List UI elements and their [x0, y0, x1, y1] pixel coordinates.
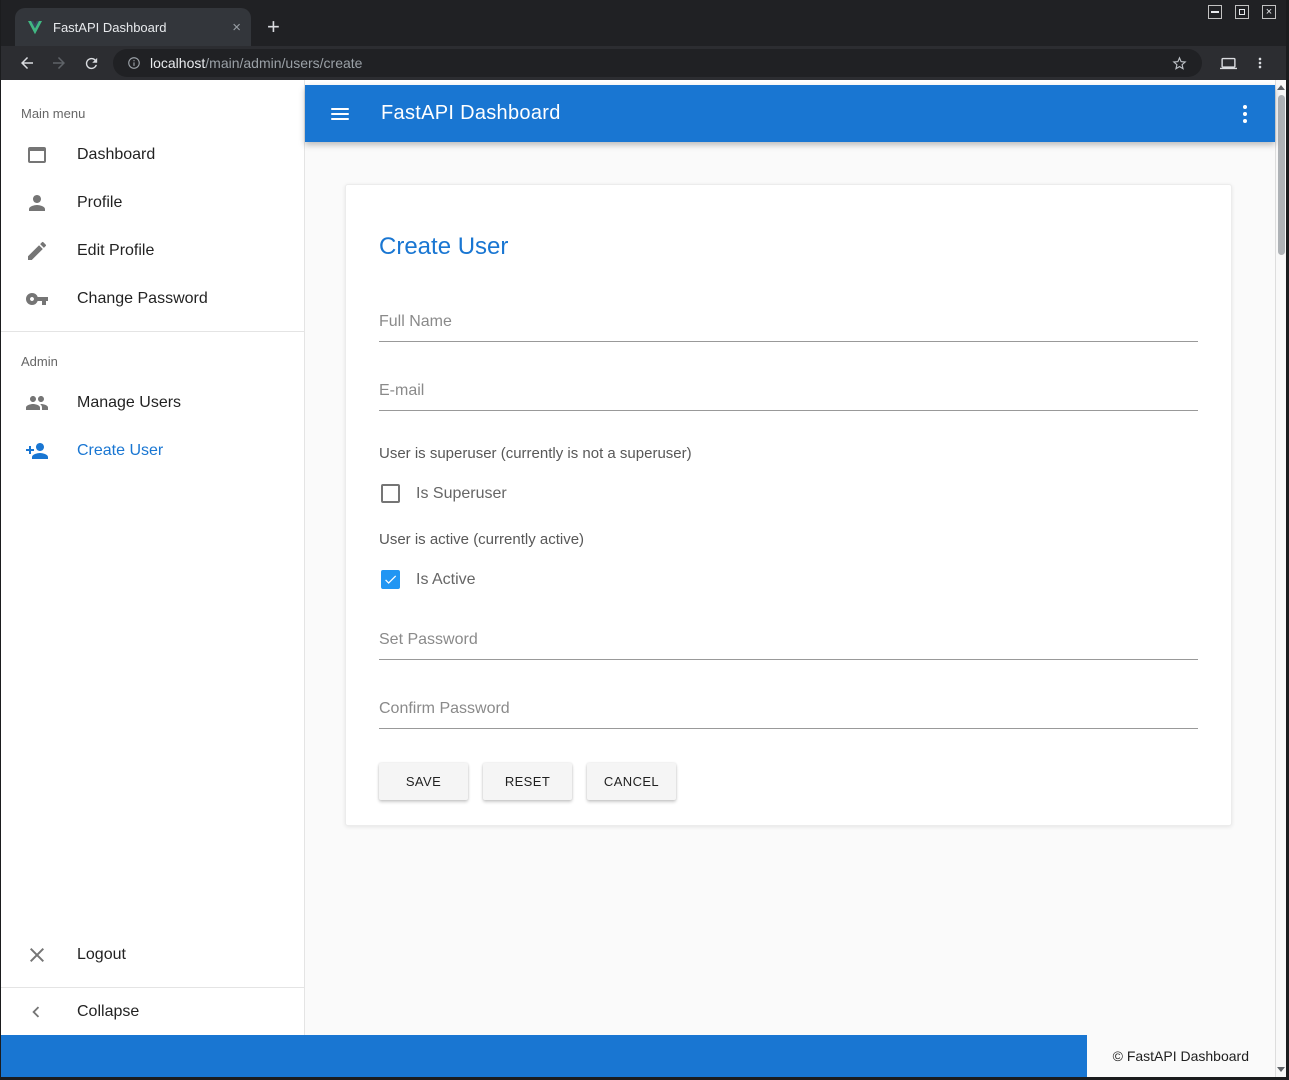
app-title: FastAPI Dashboard — [381, 102, 561, 125]
set-password-input[interactable] — [379, 625, 1198, 660]
sidebar: Main menu Dashboard Profile Edit Profile — [1, 80, 305, 1035]
browser-chrome: FastAPI Dashboard × + × — [1, 0, 1286, 80]
sidebar-item-dashboard[interactable]: Dashboard — [1, 131, 304, 179]
browser-window: FastAPI Dashboard × + × — [0, 0, 1289, 1080]
back-button[interactable] — [11, 54, 43, 72]
site-info-icon[interactable] — [127, 56, 141, 70]
refresh-icon — [83, 55, 100, 72]
close-window-button[interactable]: × — [1262, 5, 1276, 19]
sidebar-item-label: Change Password — [77, 290, 208, 308]
close-x-icon — [25, 943, 49, 967]
active-hint: User is active (currently active) — [379, 531, 1198, 548]
sidebar-item-profile[interactable]: Profile — [1, 179, 304, 227]
sidebar-item-label: Collapse — [77, 1003, 139, 1021]
new-tab-button[interactable]: + — [267, 16, 280, 38]
sidebar-item-logout[interactable]: Logout — [1, 931, 304, 979]
key-icon — [25, 287, 49, 311]
check-icon — [383, 572, 398, 587]
sidebar-spacer — [1, 475, 304, 931]
footer-panel: © FastAPI Dashboard — [1087, 1035, 1275, 1077]
appbar-menu-button[interactable] — [1239, 101, 1251, 127]
page-scroll-area: Create User User is superuser (currently… — [305, 142, 1275, 1035]
person-icon — [25, 191, 49, 215]
hamburger-menu-button[interactable] — [329, 104, 351, 124]
tab-close-button[interactable]: × — [232, 20, 241, 35]
back-arrow-icon — [18, 54, 36, 72]
bookmark-star-icon[interactable] — [1171, 55, 1188, 72]
chevron-left-icon — [25, 1001, 47, 1023]
app-footer: © FastAPI Dashboard — [1, 1035, 1275, 1077]
save-button[interactable]: SAVE — [379, 763, 468, 800]
app-bar: FastAPI Dashboard — [305, 85, 1275, 142]
maximize-button[interactable] — [1235, 5, 1249, 19]
full-name-input[interactable] — [379, 307, 1198, 342]
forward-button[interactable] — [43, 54, 75, 72]
minimize-icon — [1211, 11, 1219, 13]
sidebar-item-change-password[interactable]: Change Password — [1, 275, 304, 323]
sidebar-item-label: Profile — [77, 194, 122, 212]
url-host: localhost — [150, 55, 205, 71]
is-active-label: Is Active — [416, 571, 476, 589]
vue-favicon — [27, 20, 43, 35]
sidebar-item-label: Edit Profile — [77, 242, 154, 260]
people-icon — [25, 391, 49, 415]
maximize-icon — [1239, 9, 1245, 15]
browser-tab[interactable]: FastAPI Dashboard × — [15, 8, 251, 46]
dashboard-icon — [25, 143, 49, 167]
page-scrollbar[interactable] — [1275, 80, 1286, 1077]
window-controls: × — [1208, 5, 1276, 19]
refresh-button[interactable] — [75, 55, 107, 72]
install-app-icon — [1220, 55, 1237, 72]
is-superuser-label: Is Superuser — [416, 485, 507, 503]
email-input[interactable] — [379, 376, 1198, 411]
sidebar-item-label: Create User — [77, 442, 163, 460]
sidebar-divider — [1, 331, 304, 332]
tab-strip: FastAPI Dashboard × + × — [1, 0, 1286, 46]
cancel-button[interactable]: CANCEL — [587, 763, 676, 800]
browser-menu-button[interactable] — [1244, 55, 1276, 71]
sidebar-section-main-menu: Main menu — [1, 92, 304, 131]
main-content-area: FastAPI Dashboard Create User User is su… — [305, 80, 1275, 1035]
is-superuser-checkbox[interactable] — [381, 484, 400, 503]
browser-toolbar: localhost/main/admin/users/create — [1, 46, 1286, 80]
reset-button[interactable]: RESET — [483, 763, 572, 800]
sidebar-item-label: Dashboard — [77, 146, 155, 164]
scroll-down-arrow[interactable] — [1277, 1067, 1285, 1072]
tab-title: FastAPI Dashboard — [53, 20, 232, 35]
sidebar-item-edit-profile[interactable]: Edit Profile — [1, 227, 304, 275]
scroll-up-arrow[interactable] — [1277, 85, 1285, 90]
minimize-button[interactable] — [1208, 5, 1222, 19]
sidebar-item-label: Logout — [77, 946, 126, 964]
sidebar-item-label: Manage Users — [77, 394, 181, 412]
is-superuser-row: Is Superuser — [381, 484, 1196, 503]
superuser-hint: User is superuser (currently is not a su… — [379, 445, 1198, 462]
close-icon: × — [1266, 7, 1272, 18]
create-user-card: Create User User is superuser (currently… — [345, 184, 1232, 826]
sidebar-item-create-user[interactable]: Create User — [1, 427, 304, 475]
sidebar-section-admin: Admin — [1, 340, 304, 379]
sidebar-collapse-button[interactable]: Collapse — [1, 987, 304, 1035]
scrollbar-thumb[interactable] — [1278, 95, 1285, 255]
form-buttons: SAVE RESET CANCEL — [379, 763, 1198, 800]
pencil-icon — [25, 239, 49, 263]
card-title: Create User — [379, 233, 1198, 261]
kebab-menu-icon — [1252, 55, 1268, 71]
install-app-button[interactable] — [1212, 55, 1244, 72]
is-active-row: Is Active — [381, 570, 1196, 589]
url-path: /main/admin/users/create — [205, 55, 362, 71]
address-bar[interactable]: localhost/main/admin/users/create — [113, 49, 1202, 77]
confirm-password-input[interactable] — [379, 694, 1198, 729]
is-active-checkbox[interactable] — [381, 570, 400, 589]
page-body: Main menu Dashboard Profile Edit Profile — [1, 80, 1286, 1077]
forward-arrow-icon — [50, 54, 68, 72]
person-add-icon — [25, 439, 49, 463]
sidebar-item-manage-users[interactable]: Manage Users — [1, 379, 304, 427]
copyright-text: © FastAPI Dashboard — [1113, 1048, 1249, 1064]
